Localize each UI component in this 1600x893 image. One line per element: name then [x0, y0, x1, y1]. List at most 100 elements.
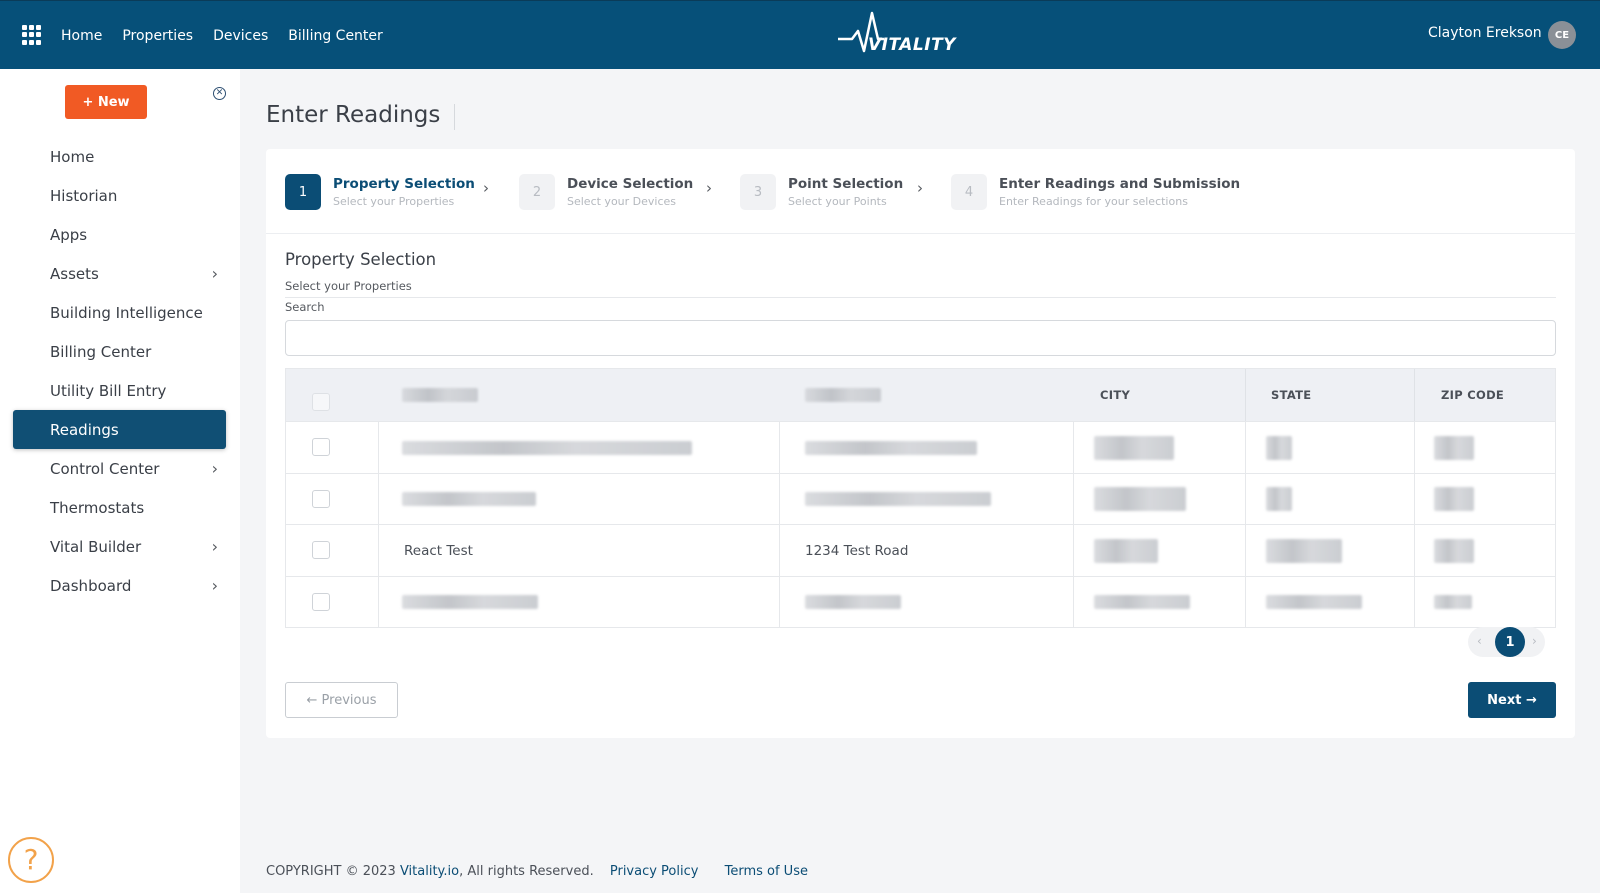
- chevron-right-icon: ›: [483, 179, 489, 197]
- sidebar-item-label: Assets: [50, 264, 99, 283]
- search-input[interactable]: [285, 320, 1556, 356]
- step-title: Device Selection: [567, 176, 694, 192]
- footer-rights: , All rights Reserved.: [459, 864, 594, 879]
- column-divider: [779, 473, 780, 524]
- topnav-devices-link[interactable]: Devices: [213, 28, 268, 44]
- column-divider: [378, 473, 379, 524]
- topnav-home-link[interactable]: Home: [61, 28, 102, 44]
- sidebar-item-label: Thermostats: [50, 498, 145, 517]
- column-divider: [1073, 525, 1074, 576]
- column-divider: [1414, 525, 1415, 576]
- property-state-cell: [1266, 474, 1292, 525]
- search-label: Search: [285, 300, 325, 314]
- properties-table: CITY STATE ZIP CODE React Test 1234 Test…: [285, 368, 1556, 628]
- terms-of-use-link[interactable]: Terms of Use: [725, 864, 808, 879]
- property-address-cell: [805, 577, 901, 628]
- sidebar-item-utility-bill-entry[interactable]: Utility Bill Entry: [0, 371, 240, 410]
- close-sidebar-icon[interactable]: ✕: [213, 87, 226, 100]
- property-city-cell: [1094, 474, 1186, 525]
- column-divider: [378, 576, 379, 627]
- stepper: 1 Property Selection Select your Propert…: [266, 149, 1575, 234]
- table-header: CITY STATE ZIP CODE: [286, 369, 1555, 421]
- chevron-right-icon: ›: [211, 264, 218, 283]
- column-header-address[interactable]: [805, 369, 881, 421]
- row-checkbox[interactable]: [312, 438, 330, 456]
- sidebar-item-label: Billing Center: [50, 342, 152, 361]
- row-checkbox[interactable]: [312, 592, 330, 611]
- property-city-cell: [1094, 422, 1174, 473]
- sidebar-item-billing-center[interactable]: Billing Center: [0, 332, 240, 371]
- property-address-cell: [805, 474, 991, 525]
- sidebar-item-thermostats[interactable]: Thermostats: [0, 488, 240, 527]
- topnav-billing-center-link[interactable]: Billing Center: [288, 28, 383, 44]
- grid-icon[interactable]: [22, 25, 42, 45]
- privacy-policy-link[interactable]: Privacy Policy: [610, 864, 699, 879]
- column-divider: [1245, 525, 1246, 576]
- footer-brand-link[interactable]: Vitality.io: [400, 864, 459, 879]
- next-button[interactable]: Next →: [1468, 682, 1556, 718]
- sidebar-item-apps[interactable]: Apps: [0, 215, 240, 254]
- row-checkbox[interactable]: [312, 541, 330, 559]
- property-address-cell: [805, 422, 977, 473]
- column-divider: [779, 576, 780, 627]
- top-nav: Home Properties Devices Billing Center: [61, 1, 403, 70]
- select-all-checkbox[interactable]: [312, 393, 330, 411]
- column-divider: [1414, 473, 1415, 524]
- sidebar-item-label: Historian: [50, 186, 118, 205]
- step-subtitle: Enter Readings for your selections: [999, 195, 1188, 208]
- section-subtitle: Select your Properties: [285, 279, 412, 293]
- property-zip-cell: [1434, 525, 1474, 576]
- column-header-city[interactable]: CITY: [1100, 369, 1130, 421]
- sidebar-item-readings[interactable]: Readings: [13, 410, 226, 449]
- step-title: Point Selection: [788, 176, 904, 192]
- chevron-right-icon: ›: [211, 459, 218, 478]
- step-subtitle: Select your Points: [788, 195, 887, 208]
- table-row[interactable]: [286, 421, 1555, 473]
- sidebar-item-assets[interactable]: Assets ›: [0, 254, 240, 293]
- column-divider: [1073, 473, 1074, 524]
- page-title: Enter Readings: [266, 102, 441, 128]
- row-checkbox[interactable]: [312, 489, 330, 508]
- sidebar-item-label: Building Intelligence: [50, 303, 203, 322]
- table-row[interactable]: React Test 1234 Test Road: [286, 524, 1555, 576]
- pagination-prev-icon[interactable]: ‹: [1477, 634, 1482, 648]
- sidebar-item-historian[interactable]: Historian: [0, 176, 240, 215]
- pagination-page-current[interactable]: 1: [1495, 627, 1525, 657]
- help-icon[interactable]: ?: [8, 837, 54, 883]
- sidebar-nav: Home Historian Apps Assets › Building Int…: [0, 137, 240, 605]
- property-city-cell: [1094, 525, 1158, 576]
- avatar[interactable]: CE: [1548, 21, 1576, 49]
- sidebar-item-vital-builder[interactable]: Vital Builder ›: [0, 527, 240, 566]
- column-divider: [1245, 422, 1246, 473]
- topnav-properties-link[interactable]: Properties: [122, 28, 193, 44]
- sidebar-item-label: Control Center: [50, 459, 160, 478]
- table-row[interactable]: [286, 472, 1555, 525]
- sidebar-item-building-intelligence[interactable]: Building Intelligence: [0, 293, 240, 332]
- sidebar-item-home[interactable]: Home: [0, 137, 240, 176]
- new-button[interactable]: + New: [65, 85, 147, 119]
- property-zip-cell: [1434, 422, 1474, 473]
- table-row[interactable]: [286, 575, 1555, 628]
- chevron-right-icon: ›: [211, 576, 218, 595]
- property-name-cell: React Test: [404, 542, 473, 559]
- sidebar-item-label: Readings: [50, 420, 119, 439]
- column-header-state[interactable]: STATE: [1271, 369, 1311, 421]
- property-zip-cell: [1434, 577, 1472, 628]
- column-divider: [1073, 422, 1074, 473]
- sidebar-item-control-center[interactable]: Control Center ›: [0, 449, 240, 488]
- column-header-name[interactable]: [402, 369, 478, 421]
- property-state-cell: [1266, 422, 1292, 473]
- pagination-next-icon[interactable]: ›: [1532, 634, 1537, 648]
- previous-button[interactable]: ← Previous: [285, 682, 398, 718]
- footer: COPYRIGHT © 2023 Vitality.io, All rights…: [266, 864, 808, 879]
- sidebar-item-dashboard[interactable]: Dashboard ›: [0, 566, 240, 605]
- chevron-right-icon: ›: [706, 179, 712, 197]
- step-subtitle: Select your Devices: [567, 195, 677, 208]
- top-navbar: Home Properties Devices Billing Center V…: [0, 0, 1600, 69]
- step-number: 3: [740, 174, 776, 210]
- pagination: ‹ 1 ›: [1468, 627, 1545, 657]
- sidebar: + New ✕ Home Historian Apps Assets › Buil…: [0, 69, 240, 893]
- user-name[interactable]: Clayton Erekson: [1428, 25, 1542, 41]
- column-header-zip[interactable]: ZIP CODE: [1441, 369, 1504, 421]
- property-name-cell: [402, 422, 692, 473]
